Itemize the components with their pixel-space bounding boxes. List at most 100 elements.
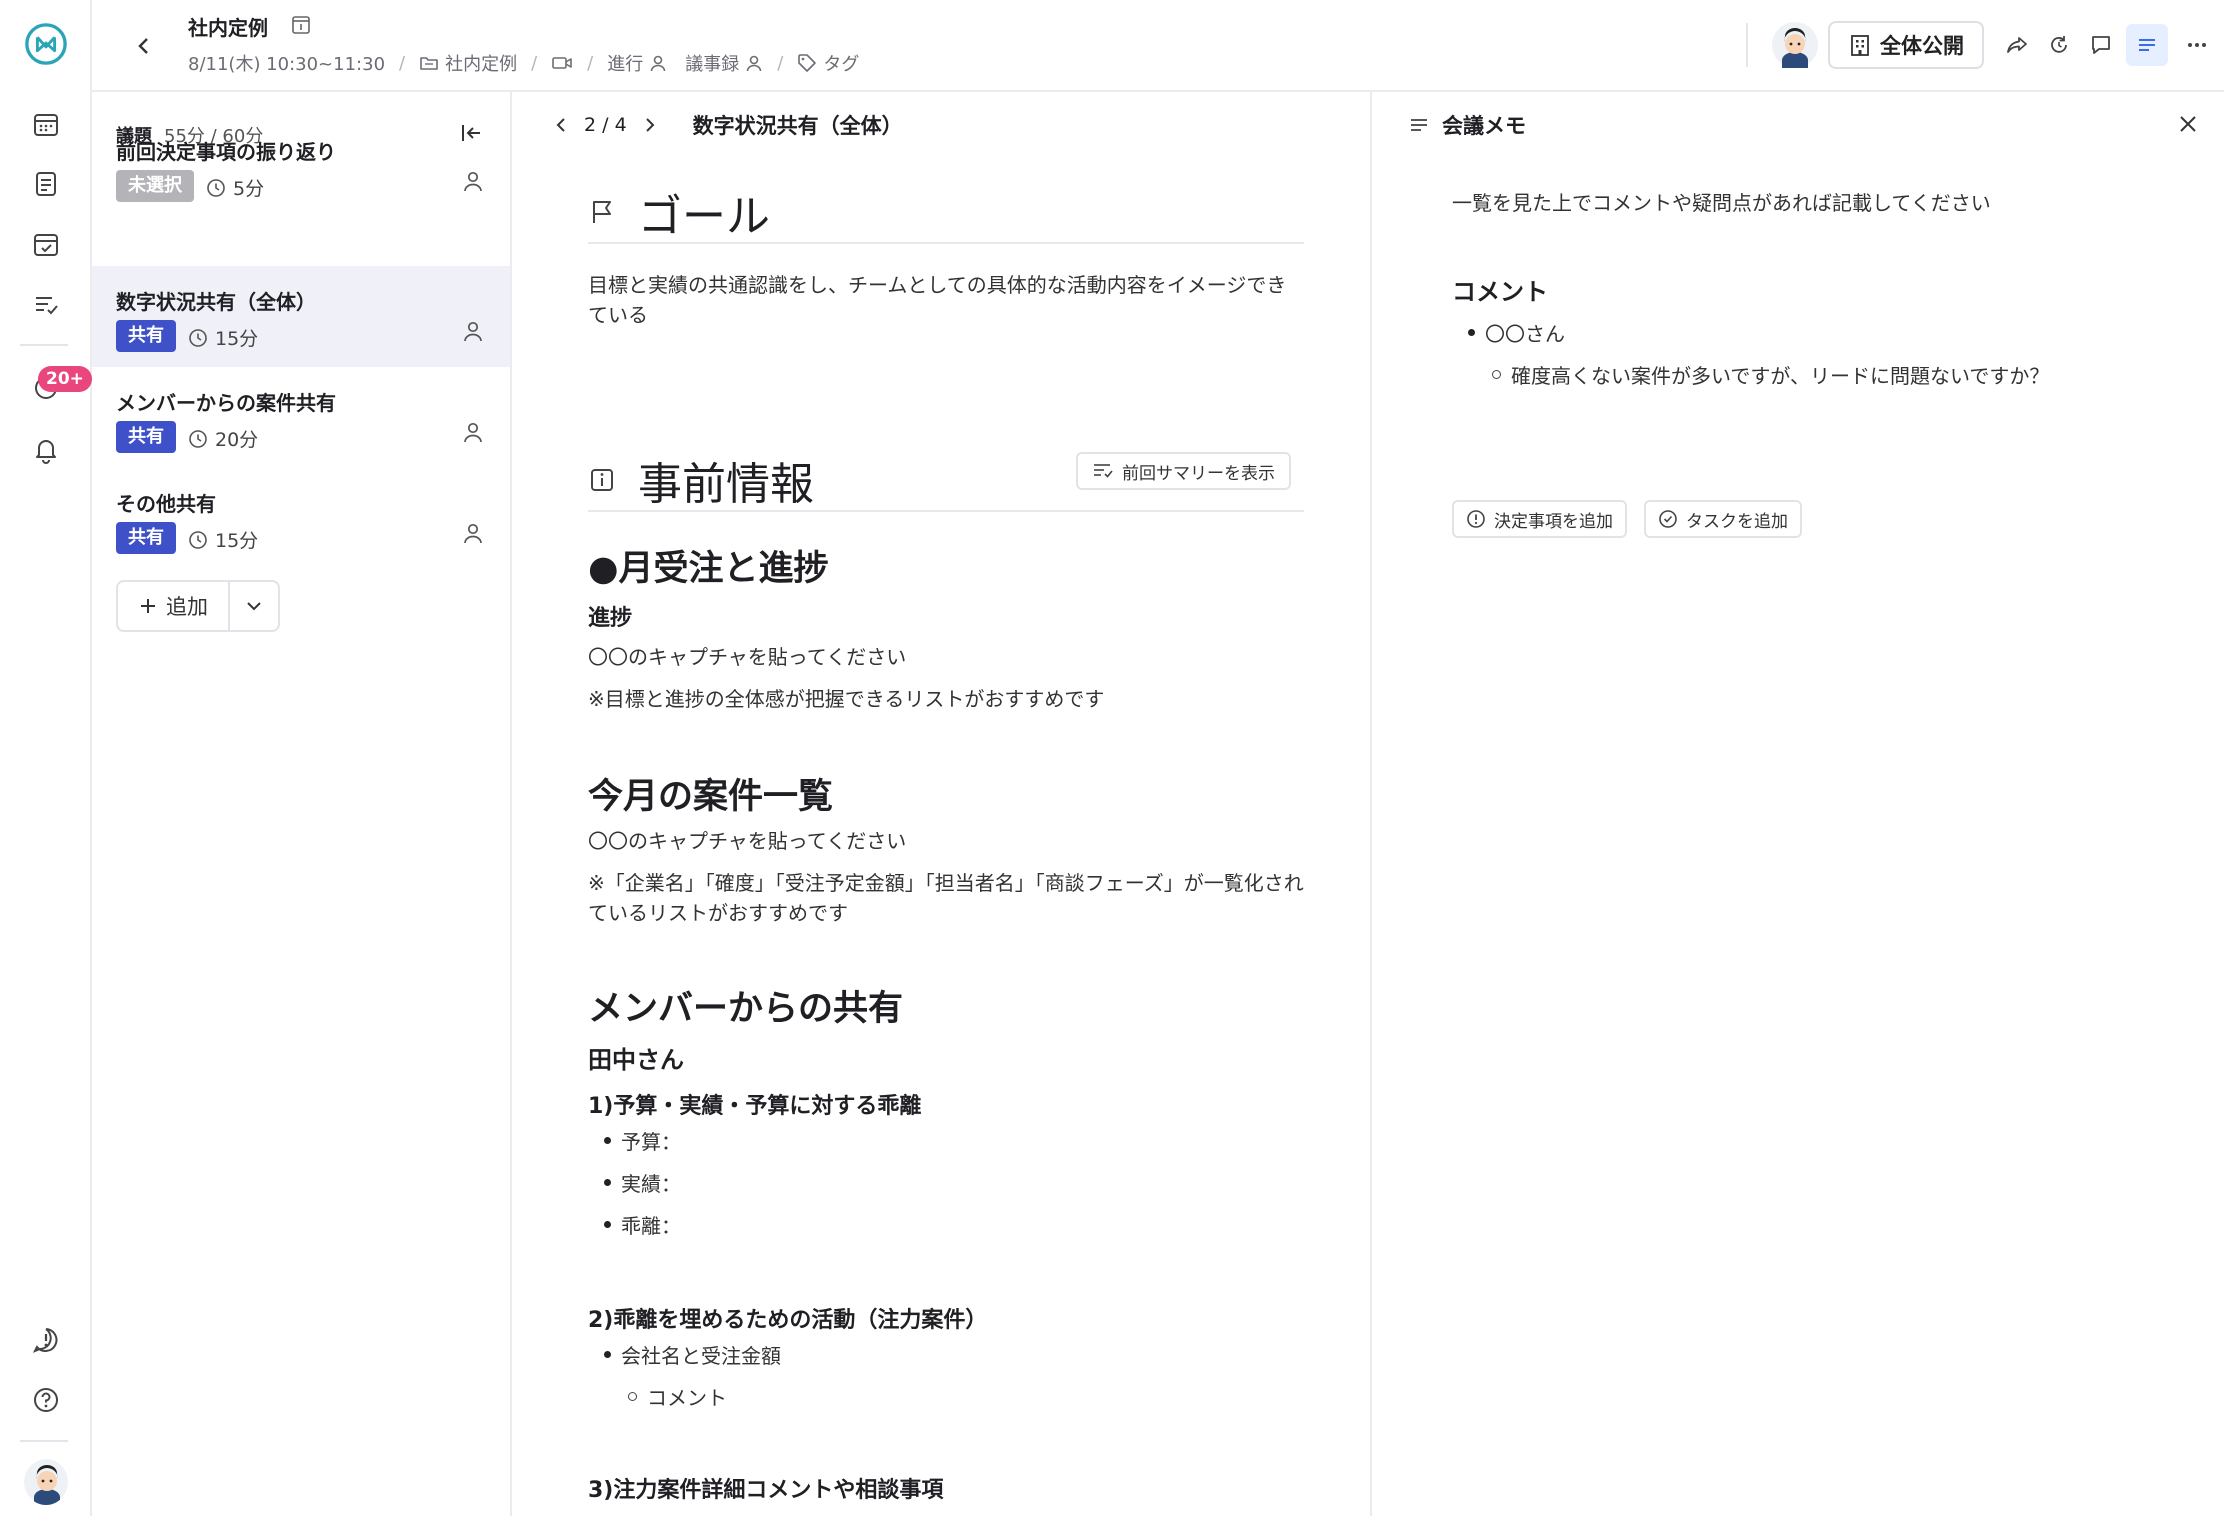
monthly-deals-heading[interactable]: 今月の案件一覧 <box>588 768 833 819</box>
memo-header: 会議メモ <box>1408 110 1526 140</box>
video-camera-icon <box>552 57 572 69</box>
agenda-item[interactable]: その他共有 共有 15分 <box>92 468 510 569</box>
user-avatar[interactable] <box>24 1459 68 1505</box>
app-logo-icon[interactable] <box>24 22 68 66</box>
next-agenda-button[interactable] <box>641 116 659 134</box>
more-options-button[interactable] <box>2176 24 2218 66</box>
rail-divider-bottom <box>20 1440 68 1442</box>
meeting-folder[interactable]: 社内定例 <box>419 50 517 76</box>
clock-icon <box>189 328 207 347</box>
monthly-orders-heading[interactable]: ●月受注と進捗 <box>588 540 829 591</box>
history-button[interactable] <box>2038 24 2080 66</box>
header-divider <box>1746 23 1748 67</box>
agenda-item-duration: 5分 <box>206 174 264 201</box>
calendar-icon[interactable] <box>24 102 68 146</box>
assignee-icon[interactable] <box>462 522 484 544</box>
agenda-item-tag: 共有 <box>116 522 176 554</box>
add-agenda-button[interactable]: 追加 <box>118 582 228 630</box>
list-item[interactable]: 予算： <box>604 1126 681 1155</box>
agenda-item[interactable]: メンバーからの案件共有 共有 20分 <box>92 367 510 468</box>
member-name[interactable]: 田中さん <box>588 1040 684 1075</box>
back-button[interactable] <box>126 28 162 64</box>
focus-deals-heading[interactable]: 3)注力案件詳細コメントや相談事項 <box>588 1472 943 1504</box>
progress-subheading[interactable]: 進捗 <box>588 600 632 632</box>
facilitator-field[interactable]: 進行 <box>607 50 667 76</box>
chevron-right-icon <box>645 118 655 132</box>
bullet-ring <box>1492 370 1501 379</box>
comment-heading[interactable]: コメント <box>1452 272 1548 307</box>
add-agenda-dropdown[interactable] <box>228 582 278 630</box>
list-item-nested[interactable]: 確度高くない案件が多いですが、リードに問題ないですか？ <box>1492 360 2049 389</box>
close-memo-button[interactable] <box>2176 112 2200 136</box>
rail-divider <box>20 344 68 346</box>
owner-avatar[interactable] <box>1772 22 1818 68</box>
assignee-icon[interactable] <box>462 170 484 192</box>
list-item-text: 会社名と受注金額 <box>621 1344 781 1368</box>
tag-icon <box>798 54 817 72</box>
list-item[interactable]: 実績： <box>604 1168 681 1197</box>
meta-separator: / <box>587 52 594 74</box>
chevron-left-icon <box>556 118 565 132</box>
meeting-datetime[interactable]: 8/11(木) 10:30~11:30 <box>188 50 385 76</box>
budget-heading[interactable]: 1)予算・実績・予算に対する乖離 <box>588 1088 921 1120</box>
task-list-icon[interactable] <box>24 282 68 326</box>
video-link[interactable] <box>551 53 573 73</box>
list-item[interactable]: 〇〇さん <box>1468 318 1565 347</box>
agenda-item-duration: 15分 <box>188 324 258 351</box>
list-item[interactable]: 乖離： <box>604 1210 681 1239</box>
current-agenda-title: 数字状況共有（全体） <box>692 114 903 138</box>
chevron-left-icon <box>138 38 148 54</box>
help-icon[interactable] <box>24 1378 68 1422</box>
memo-lines-icon <box>1411 119 1427 131</box>
memo-toggle-button[interactable] <box>2126 24 2168 66</box>
minutes-taker-field[interactable]: 議事録 <box>685 50 763 76</box>
share-button[interactable] <box>1996 24 2038 66</box>
pre-info-heading: 事前情報 <box>638 459 814 510</box>
activities-heading[interactable]: 2)乖離を埋めるための活動（注力案件） <box>588 1302 987 1334</box>
bell-icon[interactable] <box>24 428 68 472</box>
list-item-text: 確度高くない案件が多いですが、リードに問題ないですか？ <box>1511 364 2050 388</box>
add-agenda-group: 追加 <box>116 580 280 632</box>
show-previous-summary-button[interactable]: 前回サマリーを表示 <box>1076 452 1291 490</box>
notification-count-badge: 20+ <box>38 366 92 392</box>
facilitator-label: 進行 <box>607 54 644 75</box>
goal-text[interactable]: 目標と実績の共通認識をし、チームとしての具体的な活動内容をイメージできている <box>588 270 1304 330</box>
list-item-nested[interactable]: コメント <box>628 1382 727 1411</box>
building-icon <box>1851 35 1869 56</box>
meeting-info-icon[interactable] <box>290 14 312 36</box>
memo-instruction[interactable]: 一覧を見た上でコメントや疑問点があれば記載してください <box>1452 188 2152 218</box>
agenda-item[interactable]: 前回決定事項の振り返り 未選択 5分 <box>92 116 510 217</box>
list-item-text: コメント <box>647 1386 727 1410</box>
publish-scope-button[interactable]: 全体公開 <box>1828 21 1984 69</box>
plus-icon <box>141 599 155 613</box>
feedback-icon[interactable] <box>24 1318 68 1362</box>
person-icon <box>746 55 762 72</box>
goal-heading: ゴール <box>638 191 770 242</box>
member-share-heading[interactable]: メンバーからの共有 <box>588 980 903 1031</box>
progress-note[interactable]: ※目標と進捗の全体感が把握できるリストがおすすめです <box>588 684 1304 714</box>
bullet-dot <box>604 1137 611 1144</box>
tag-field[interactable]: タグ <box>797 50 859 76</box>
share-icon <box>2007 37 2027 53</box>
comments-button[interactable] <box>2080 24 2122 66</box>
agenda-item-selected[interactable]: 数字状況共有（全体） 共有 15分 <box>92 266 510 367</box>
left-icon-rail: 20+ <box>0 0 92 1516</box>
assignee-icon[interactable] <box>462 421 484 443</box>
list-item[interactable]: 会社名と受注金額 <box>604 1340 781 1369</box>
assignee-icon[interactable] <box>462 320 484 342</box>
add-decision-button[interactable]: 決定事項を追加 <box>1452 500 1627 538</box>
add-task-button[interactable]: タスクを追加 <box>1644 500 1802 538</box>
deals-note[interactable]: ※「企業名」「確度」「受注予定金額」「担当者名」「商談フェーズ」が一覧化されてい… <box>588 868 1304 928</box>
agenda-item-duration: 20分 <box>188 425 258 452</box>
clock-icon <box>189 429 207 448</box>
agenda-item-duration-label: 20分 <box>215 429 259 451</box>
folder-icon <box>420 57 438 70</box>
section-divider <box>588 242 1304 244</box>
calendar-check-icon[interactable] <box>24 222 68 266</box>
deals-instruction[interactable]: 〇〇のキャプチャを貼ってください <box>588 826 1304 856</box>
document-icon[interactable] <box>24 162 68 206</box>
prev-agenda-button[interactable] <box>552 116 570 134</box>
progress-instruction[interactable]: 〇〇のキャプチャを貼ってください <box>588 642 1304 672</box>
meeting-title: 社内定例 <box>188 16 268 40</box>
add-task-label: タスクを追加 <box>1686 511 1788 532</box>
